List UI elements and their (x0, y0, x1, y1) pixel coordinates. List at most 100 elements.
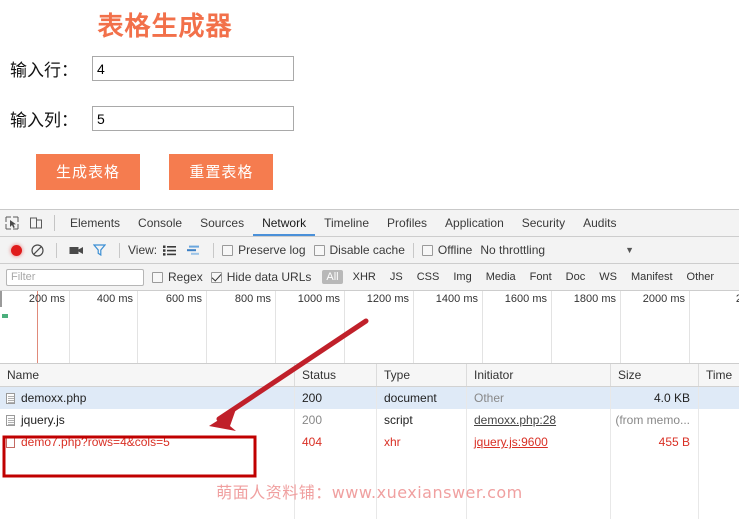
dom-content-loaded-marker (2, 314, 8, 318)
initiator-link[interactable]: jquery.js:9600 (474, 435, 548, 449)
filter-type-other[interactable]: Other (683, 270, 719, 284)
rows-input[interactable] (92, 56, 294, 81)
hide-data-urls-label: Hide data URLs (226, 270, 312, 284)
tab-profiles[interactable]: Profiles (378, 210, 436, 236)
filter-type-xhr[interactable]: XHR (349, 270, 380, 284)
filter-type-font[interactable]: Font (526, 270, 556, 284)
cell-type: document (376, 387, 466, 409)
cell-time (698, 409, 739, 431)
filter-type-doc[interactable]: Doc (562, 270, 590, 284)
network-filter-bar: Regex Hide data URLs All XHR JS CSS Img … (0, 264, 739, 291)
filter-type-img[interactable]: Img (449, 270, 475, 284)
clear-icon[interactable] (26, 237, 48, 263)
network-control-bar: View: Preserve log Disable cache Offline… (0, 237, 739, 264)
control-divider-2 (119, 242, 120, 258)
table-row[interactable]: jquery.js 200 script demoxx.php:28 (from… (0, 409, 739, 431)
hide-data-urls-checkbox[interactable]: Hide data URLs (210, 264, 312, 290)
network-overview-timeline[interactable]: 200 ms 400 ms 600 ms 800 ms 1000 ms 1200… (0, 291, 739, 364)
initiator-link[interactable]: demoxx.php:28 (474, 413, 556, 427)
offline-checkbox[interactable]: Offline (421, 237, 473, 263)
column-header-initiator[interactable]: Initiator (466, 364, 610, 386)
table-row[interactable]: demo7.php?rows=4&cols=5 404 xhr jquery.j… (0, 431, 739, 453)
tab-security[interactable]: Security (513, 210, 574, 236)
ruler-tick-1400: 1400 ms (435, 293, 478, 305)
tab-elements[interactable]: Elements (61, 210, 129, 236)
preserve-log-label: Preserve log (238, 243, 306, 257)
cell-size: 4.0 KB (610, 387, 698, 409)
column-header-status[interactable]: Status (294, 364, 376, 386)
toggle-device-toolbar-icon[interactable] (24, 210, 48, 236)
ruler-tick-800: 800 ms (234, 293, 271, 305)
form-row-rows: 输入行： (10, 56, 294, 81)
record-icon[interactable] (6, 237, 26, 263)
ruler-tick-1200: 1200 ms (366, 293, 409, 305)
table-header-row: Name Status Type Initiator Size Time (0, 364, 739, 387)
cell-initiator[interactable]: jquery.js:9600 (466, 431, 610, 453)
throttling-value[interactable]: No throttling (480, 243, 545, 257)
web-page-content: 表格生成器 输入行： 输入列： 生成表格 重置表格 (0, 0, 739, 209)
form-buttons: 生成表格 重置表格 (36, 154, 274, 190)
filter-input[interactable] (6, 268, 144, 286)
camera-icon[interactable] (65, 237, 87, 263)
reset-table-button[interactable]: 重置表格 (169, 154, 274, 190)
list-view-icon[interactable] (157, 237, 181, 263)
ruler-tick-1000: 1000 ms (297, 293, 340, 305)
ruler-tick-2000: 2000 ms (642, 293, 685, 305)
filter-type-manifest[interactable]: Manifest (627, 270, 677, 284)
cell-time (698, 431, 739, 453)
control-divider-4 (412, 242, 414, 258)
funnel-icon[interactable] (87, 237, 111, 263)
tab-console[interactable]: Console (129, 210, 191, 236)
empty-row (0, 453, 739, 475)
cell-name[interactable]: demo7.php?rows=4&cols=5 (0, 431, 294, 453)
chevron-down-icon[interactable]: ▼ (625, 245, 634, 255)
filter-type-media[interactable]: Media (482, 270, 520, 284)
inspect-element-icon[interactable] (0, 210, 24, 236)
cell-name[interactable]: demoxx.php (0, 387, 294, 409)
form-row-cols: 输入列： (10, 106, 294, 131)
regex-checkbox[interactable]: Regex (152, 264, 203, 290)
waterfall-view-icon[interactable] (181, 237, 205, 263)
disable-cache-checkbox[interactable]: Disable cache (313, 237, 405, 263)
preserve-log-box (222, 244, 234, 256)
cell-initiator[interactable]: demoxx.php:28 (466, 409, 610, 431)
request-name: demoxx.php (21, 391, 87, 405)
network-requests-table: Name Status Type Initiator Size Time dem… (0, 364, 739, 519)
cell-type: script (376, 409, 466, 431)
offline-label: Offline (437, 243, 473, 257)
column-header-type[interactable]: Type (376, 364, 466, 386)
ruler-tick-200: 200 ms (28, 293, 65, 305)
tab-sources[interactable]: Sources (191, 210, 253, 236)
filter-type-js[interactable]: JS (386, 270, 407, 284)
request-name: jquery.js (21, 413, 65, 427)
filter-type-css[interactable]: CSS (413, 270, 444, 284)
regex-label: Regex (168, 270, 203, 284)
tab-application[interactable]: Application (436, 210, 513, 236)
disable-cache-box (313, 244, 325, 256)
cell-size: (from memo... (610, 409, 698, 431)
rows-field-label: 输入行： (10, 61, 78, 81)
generate-table-button[interactable]: 生成表格 (36, 154, 140, 190)
document-file-icon (6, 393, 15, 404)
filter-type-ws[interactable]: WS (595, 270, 621, 284)
ruler-tick-400: 400 ms (96, 293, 133, 305)
table-empty-area (0, 453, 739, 519)
overview-left-edge (0, 291, 2, 307)
preserve-log-checkbox[interactable]: Preserve log (222, 237, 306, 263)
cell-status: 200 (294, 387, 376, 409)
empty-row (0, 475, 739, 497)
view-label: View: (128, 243, 158, 257)
cell-name[interactable]: jquery.js (0, 409, 294, 431)
cell-time (698, 387, 739, 409)
cols-input[interactable] (92, 106, 294, 131)
column-header-name[interactable]: Name (0, 364, 294, 386)
filter-type-all[interactable]: All (322, 270, 343, 284)
column-header-time[interactable]: Time (698, 364, 739, 386)
cell-type: xhr (376, 431, 466, 453)
tab-timeline[interactable]: Timeline (315, 210, 378, 236)
column-header-size[interactable]: Size (610, 364, 698, 386)
tab-audits[interactable]: Audits (574, 210, 625, 236)
tab-network[interactable]: Network (253, 210, 315, 236)
table-row[interactable]: demoxx.php 200 document Other 4.0 KB (0, 387, 739, 409)
script-file-icon (6, 415, 15, 426)
